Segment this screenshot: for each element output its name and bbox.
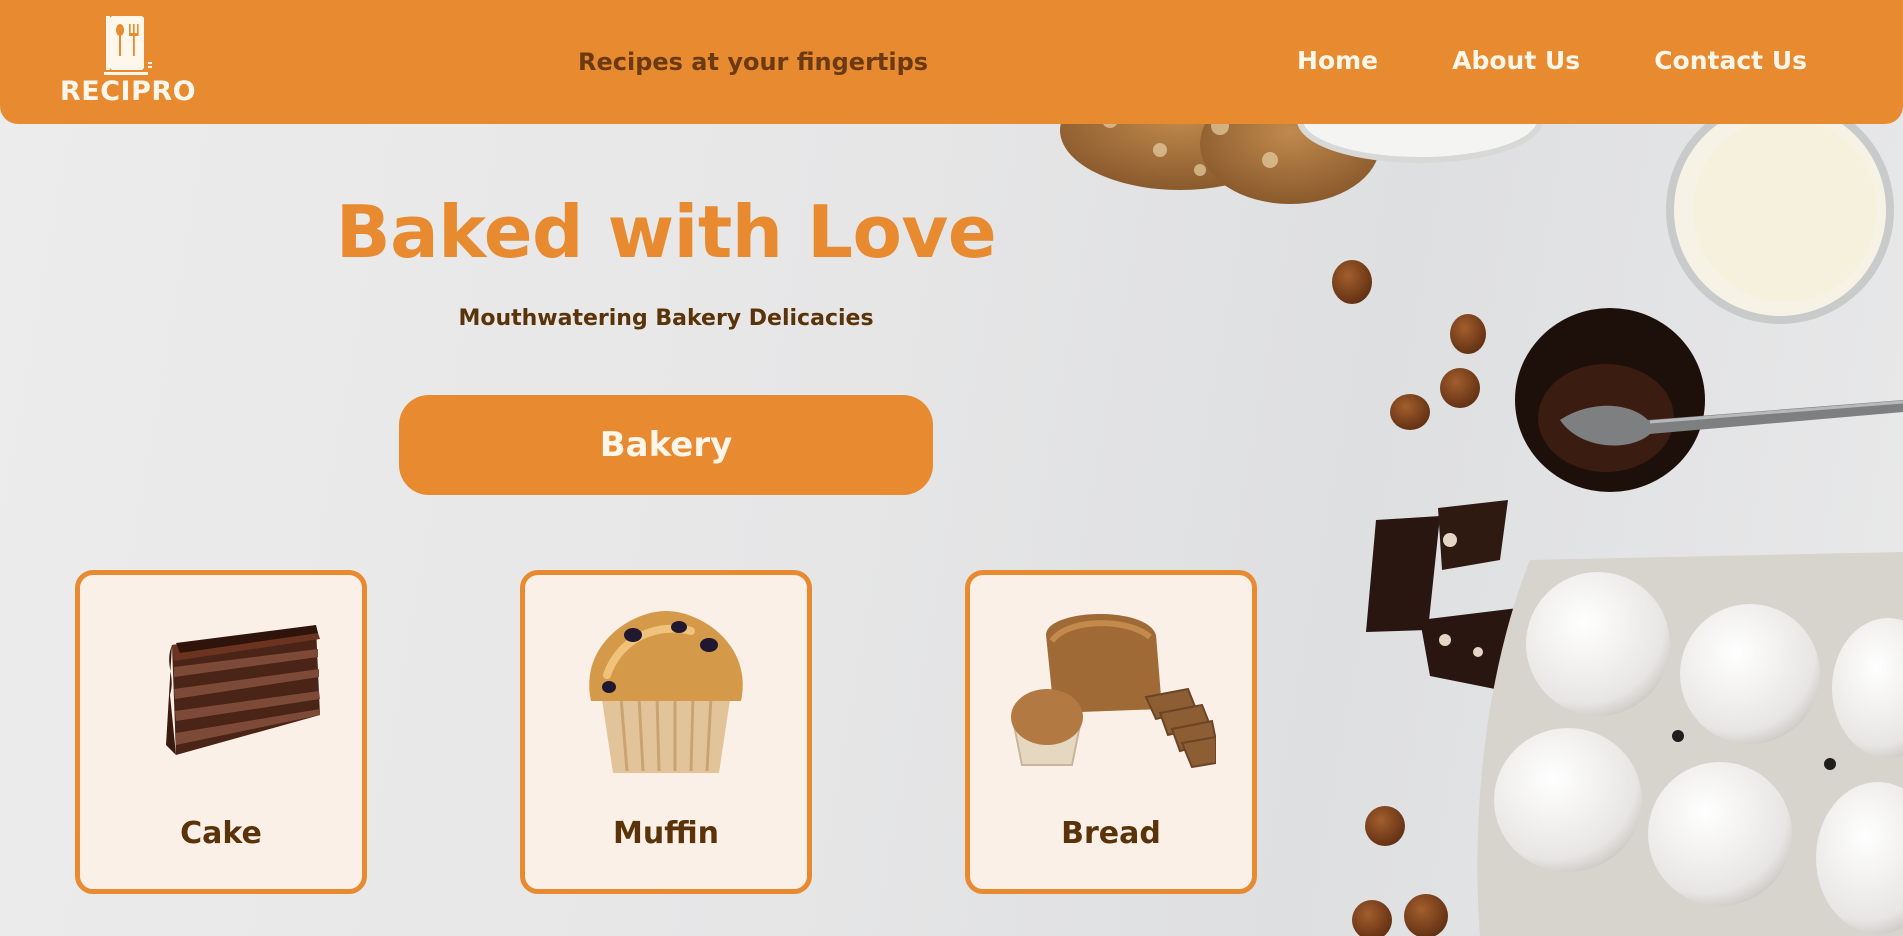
recipe-book-fork-spoon-icon [104, 16, 152, 75]
category-card-cake[interactable]: Cake [75, 570, 367, 894]
logo-text: RECIPRO [60, 76, 197, 107]
cake-slice-icon [166, 625, 320, 755]
header-tagline: Recipes at your fingertips [578, 48, 929, 76]
bakery-button[interactable]: Bakery [399, 395, 933, 495]
category-card-muffin[interactable]: Muffin [520, 570, 812, 894]
nav-about-us-link[interactable]: About Us [1452, 46, 1580, 75]
category-label-cake: Cake [180, 816, 262, 851]
muffin-icon [589, 611, 743, 773]
nav-home-link[interactable]: Home [1297, 46, 1378, 75]
nav-contact-us-link[interactable]: Contact Us [1654, 46, 1807, 75]
site-header: RECIPRO Recipes at your fingertips Home … [0, 0, 1903, 124]
logo[interactable]: RECIPRO [60, 14, 197, 107]
baking-ingredients-photo [1060, 100, 1903, 936]
category-label-muffin: Muffin [612, 816, 720, 851]
main-nav: Home About Us Contact Us [1297, 46, 1807, 75]
